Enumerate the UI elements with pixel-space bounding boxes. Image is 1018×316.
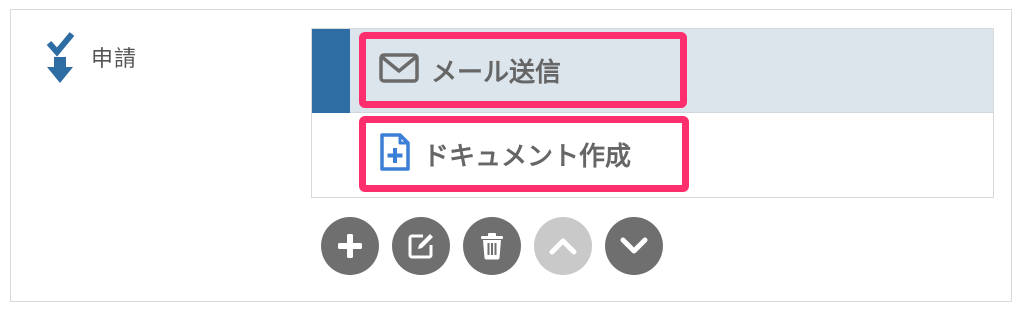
move-up-button[interactable] xyxy=(534,217,592,275)
add-button[interactable] xyxy=(321,217,379,275)
mail-icon xyxy=(379,53,419,87)
trash-icon xyxy=(480,232,504,260)
check-arrow-down-icon xyxy=(44,31,80,87)
list-item-mail[interactable]: メール送信 xyxy=(359,32,687,108)
selection-indicator xyxy=(312,29,350,113)
list-item-label: ドキュメント作成 xyxy=(423,141,632,172)
delete-button[interactable] xyxy=(463,217,521,275)
list-item-label: メール送信 xyxy=(431,57,562,88)
section-label: 申請 xyxy=(44,31,137,87)
document-add-icon xyxy=(379,132,411,176)
list-toolbar xyxy=(321,217,676,275)
move-down-button[interactable] xyxy=(605,217,663,275)
list-item-document[interactable]: ドキュメント作成 xyxy=(359,116,689,192)
chevron-up-icon xyxy=(549,236,577,256)
chevron-down-icon xyxy=(620,236,648,256)
edit-button[interactable] xyxy=(392,217,450,275)
section-title: 申請 xyxy=(91,47,138,72)
plus-icon xyxy=(337,233,363,259)
edit-icon xyxy=(407,232,435,260)
